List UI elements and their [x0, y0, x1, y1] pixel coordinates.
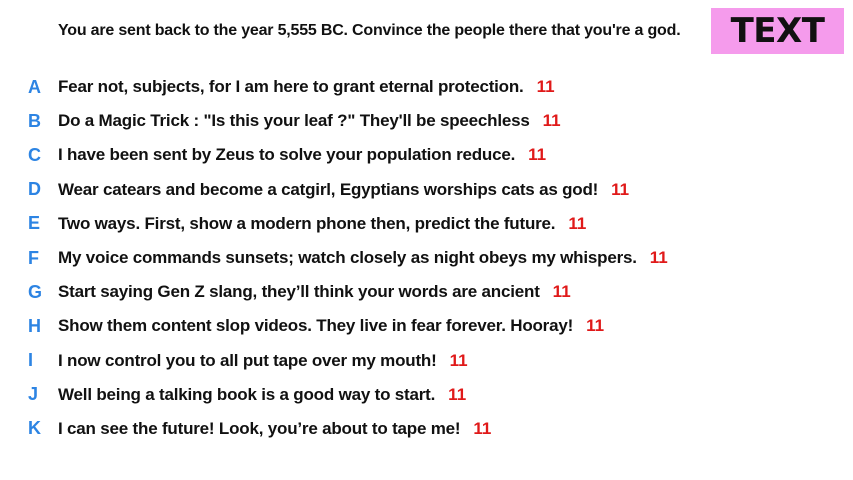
- vote-count: 11: [448, 384, 467, 404]
- answer-letter: A: [28, 76, 41, 97]
- answer-letter: B: [28, 110, 41, 131]
- answer-text: Well being a talking book is a good way …: [58, 384, 436, 404]
- vote-count: 11: [568, 213, 587, 233]
- vote-count: 11: [586, 316, 605, 336]
- answer-list: A Fear not, subjects, for I am here to g…: [28, 70, 668, 446]
- prompt-text: You are sent back to the year 5,555 BC. …: [58, 22, 681, 39]
- answer-letter: K: [28, 418, 41, 439]
- answer-letter: D: [28, 179, 41, 200]
- answer-text: My voice commands sunsets; watch closely…: [58, 248, 637, 268]
- answer-text: I can see the future! Look, you’re about…: [58, 418, 461, 438]
- answer-item-j[interactable]: J Well being a talking book is a good wa…: [28, 378, 668, 412]
- vote-count: 11: [449, 350, 468, 370]
- answer-letter: G: [28, 281, 43, 302]
- vote-count: 11: [542, 111, 561, 131]
- vote-count: 11: [649, 248, 668, 268]
- answer-letter: H: [28, 315, 41, 336]
- vote-count: 11: [552, 282, 571, 302]
- answer-letter: F: [28, 247, 39, 268]
- answer-item-k[interactable]: K I can see the future! Look, you’re abo…: [28, 412, 668, 446]
- vote-count: 11: [473, 418, 492, 438]
- answer-text: Fear not, subjects, for I am here to gra…: [58, 77, 524, 97]
- answer-letter: C: [28, 144, 41, 165]
- answer-letter: I: [28, 350, 34, 371]
- answer-letter: J: [28, 384, 39, 405]
- answer-text: I now control you to all put tape over m…: [58, 350, 437, 370]
- answer-text: Do a Magic Trick : "Is this your leaf ?"…: [58, 111, 530, 131]
- answer-item-e[interactable]: E Two ways. First, show a modern phone t…: [28, 207, 668, 241]
- answer-item-c[interactable]: C I have been sent by Zeus to solve your…: [28, 138, 668, 172]
- answer-text: Two ways. First, show a modern phone the…: [58, 213, 556, 233]
- answer-item-i[interactable]: I I now control you to all put tape over…: [28, 344, 668, 378]
- answer-item-d[interactable]: D Wear catears and become a catgirl, Egy…: [28, 173, 668, 207]
- answer-text: I have been sent by Zeus to solve your p…: [58, 145, 516, 165]
- answer-item-b[interactable]: B Do a Magic Trick : "Is this your leaf …: [28, 104, 668, 138]
- vote-count: 11: [528, 145, 547, 165]
- answer-item-g[interactable]: G Start saying Gen Z slang, they’ll thin…: [28, 275, 668, 309]
- answer-item-h[interactable]: H Show them content slop videos. They li…: [28, 309, 668, 343]
- answer-item-a[interactable]: A Fear not, subjects, for I am here to g…: [28, 70, 668, 104]
- answer-item-f[interactable]: F My voice commands sunsets; watch close…: [28, 241, 668, 275]
- vote-count: 11: [536, 77, 555, 97]
- text-badge: TEXT: [711, 8, 844, 54]
- answer-letter: E: [28, 213, 41, 234]
- answer-text: Show them content slop videos. They live…: [58, 316, 574, 336]
- answer-text: Start saying Gen Z slang, they’ll think …: [58, 282, 540, 302]
- vote-count: 11: [611, 179, 630, 199]
- answer-text: Wear catears and become a catgirl, Egypt…: [58, 179, 599, 199]
